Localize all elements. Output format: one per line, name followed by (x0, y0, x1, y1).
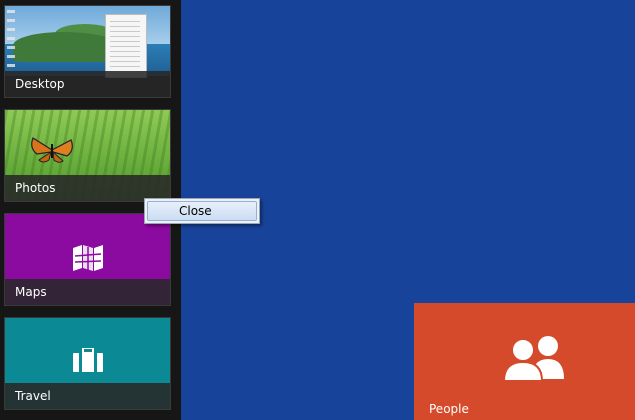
suitcase-icon (72, 348, 103, 372)
switcher-item-photos[interactable]: Photos (4, 109, 171, 202)
switcher-item-travel[interactable]: Travel (4, 317, 171, 410)
switcher-item-label: Photos (15, 181, 56, 195)
switcher-item-label: Maps (15, 285, 47, 299)
butterfly-image (31, 137, 73, 163)
tile-people[interactable]: People (414, 303, 635, 420)
people-icon (502, 336, 564, 381)
switcher-item-label: Travel (15, 389, 51, 403)
close-menu-item[interactable]: Close (147, 201, 257, 221)
switcher-item-label: Desktop (15, 77, 65, 91)
desktop-icons (7, 10, 15, 70)
desktop-window-preview (105, 14, 147, 78)
tile-label: People (429, 402, 469, 416)
map-icon (72, 245, 103, 271)
switcher-item-desktop[interactable]: Desktop (4, 5, 171, 98)
switcher-item-maps[interactable]: Maps (4, 213, 171, 306)
context-menu: Close (144, 198, 260, 224)
